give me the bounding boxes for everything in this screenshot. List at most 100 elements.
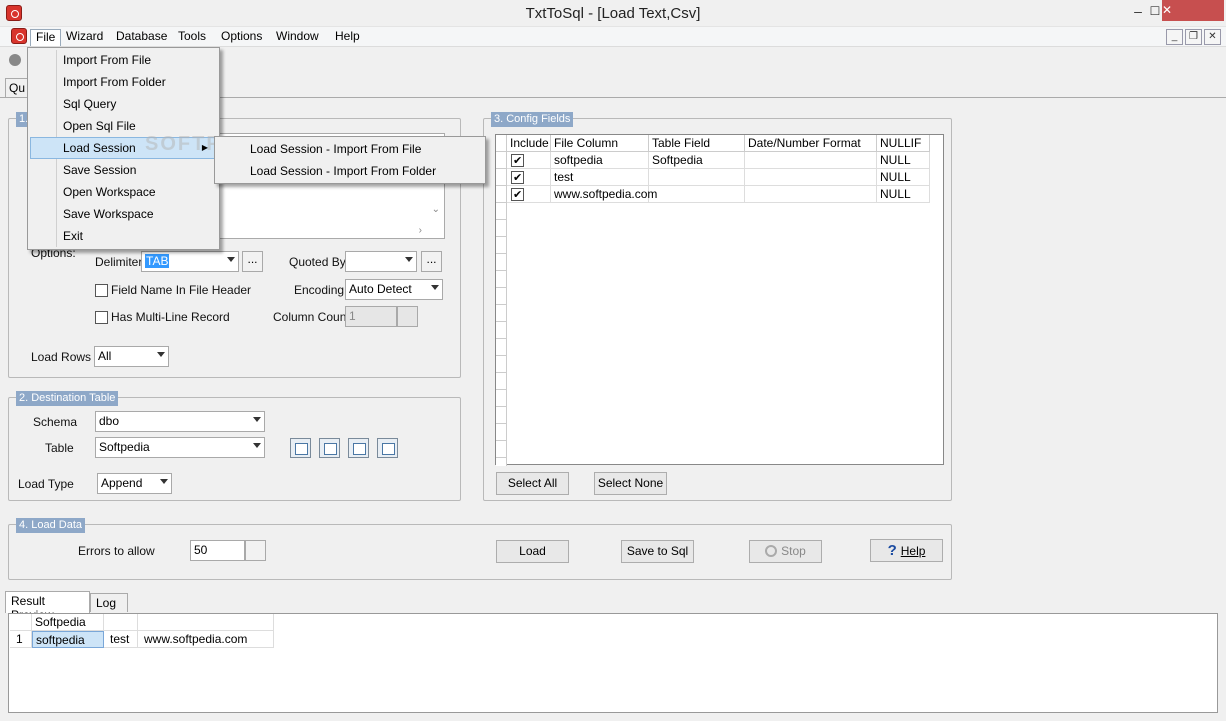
result-header-cell[interactable] [104, 614, 138, 631]
select-all-button[interactable]: Select All [496, 472, 569, 495]
load-type-select[interactable]: Append [97, 473, 172, 494]
menu-item-exit[interactable]: Exit [30, 225, 217, 247]
cell-format[interactable] [745, 169, 877, 186]
errors-label: Errors to allow [78, 544, 155, 558]
cell-format[interactable] [745, 152, 877, 169]
stop-label: Stop [781, 544, 806, 558]
menu-options[interactable]: Options [216, 29, 267, 46]
schema-select[interactable]: dbo [95, 411, 265, 432]
menu-file[interactable]: File [30, 29, 62, 46]
minimize-button[interactable]: – [1128, 1, 1148, 23]
maximize-button[interactable]: ☐ [1148, 1, 1162, 23]
menu-bar: File Wizard Database Tools Options Windo… [0, 27, 1226, 47]
table-row[interactable] [507, 169, 551, 186]
cell-table-field[interactable]: Softpedia [649, 152, 745, 169]
result-cell[interactable]: softpedia [32, 631, 104, 648]
delimiter-select[interactable]: TAB [141, 251, 239, 272]
table-value: Softpedia [99, 440, 150, 454]
mdi-minimize-button[interactable]: _ [1166, 29, 1183, 45]
title-bar: TxtToSql - [Load Text,Csv] – ☐ ✕ [0, 0, 1226, 27]
load-rows-select[interactable]: All [94, 346, 169, 367]
menu-item-open-workspace[interactable]: Open Workspace [30, 181, 217, 203]
cell-table-field[interactable] [649, 186, 745, 203]
quoted-by-more-button[interactable]: ... [421, 251, 442, 272]
menu-database[interactable]: Database [111, 29, 172, 46]
load-rows-label: Load Rows [31, 350, 92, 364]
menu-tools[interactable]: Tools [173, 29, 211, 46]
result-cell[interactable]: test [104, 631, 138, 648]
corner-cell [10, 614, 32, 631]
chevron-down-icon [227, 257, 235, 262]
cell-nullif[interactable]: NULL [877, 186, 930, 203]
menu-item-sql-query[interactable]: Sql Query [30, 93, 217, 115]
quoted-by-select[interactable] [345, 251, 417, 272]
columns-icon[interactable] [377, 438, 398, 458]
menu-wizard[interactable]: Wizard [61, 29, 108, 46]
stop-icon [765, 545, 778, 557]
table-select[interactable]: Softpedia [95, 437, 265, 458]
menu-item-save-session[interactable]: Save Session [30, 159, 217, 181]
include-checkbox[interactable] [511, 153, 524, 169]
help-button[interactable]: ? Help [870, 539, 943, 562]
table-row[interactable] [507, 152, 551, 169]
mdi-restore-button[interactable]: ❐ [1185, 29, 1202, 45]
include-checkbox[interactable] [511, 170, 524, 186]
result-header-cell[interactable]: Softpedia [32, 614, 104, 631]
cell-file-column[interactable]: softpedia [551, 152, 649, 169]
submenu-item-import-file[interactable]: Load Session - Import From File [217, 138, 483, 160]
cell-format[interactable] [745, 186, 877, 203]
schema-label: Schema [33, 415, 78, 429]
save-to-sql-button[interactable]: Save to Sql [621, 540, 694, 563]
delimiter-more-button[interactable]: ... [242, 251, 263, 272]
stop-button[interactable]: Stop [749, 540, 822, 563]
load-type-label: Load Type [18, 477, 74, 491]
result-preview-grid[interactable]: Softpedia 1 softpedia test www.softpedia… [8, 613, 1218, 713]
chevron-down-icon [253, 443, 261, 448]
menu-help[interactable]: Help [330, 29, 365, 46]
refresh-table-icon[interactable] [319, 438, 340, 458]
tab-result-preview[interactable]: Result Preview [5, 591, 90, 622]
menu-item-import-file[interactable]: Import From File [30, 49, 217, 71]
user-icon[interactable] [9, 54, 21, 66]
multiline-checkbox[interactable] [95, 311, 108, 324]
mdi-close-button[interactable]: ✕ [1204, 29, 1221, 45]
load-session-submenu: Load Session - Import From File Load Ses… [214, 136, 486, 184]
select-none-button[interactable]: Select None [594, 472, 667, 495]
errors-input[interactable]: 50 [190, 540, 245, 561]
new-table-icon[interactable] [290, 438, 311, 458]
submenu-item-import-folder[interactable]: Load Session - Import From Folder [217, 160, 483, 182]
col-include[interactable]: Include [507, 135, 551, 152]
spinner-icon[interactable] [397, 306, 418, 327]
menu-item-load-session-label: Load Session [63, 141, 136, 155]
config-grid[interactable]: Include File Column Table Field Date/Num… [495, 134, 944, 466]
result-header-cell[interactable] [138, 614, 274, 631]
col-file-column[interactable]: File Column [551, 135, 649, 152]
edit-table-icon[interactable] [348, 438, 369, 458]
spinner-icon[interactable] [245, 540, 266, 561]
menu-window[interactable]: Window [271, 29, 324, 46]
include-checkbox[interactable] [511, 187, 524, 203]
encoding-select[interactable]: Auto Detect [345, 279, 443, 300]
result-cell[interactable]: www.softpedia.com [138, 631, 274, 648]
cell-nullif[interactable]: NULL [877, 169, 930, 186]
quoted-by-label: Quoted By [289, 255, 346, 269]
column-count-input[interactable]: 1 [345, 306, 397, 327]
load-button[interactable]: Load [496, 540, 569, 563]
cell-file-column[interactable]: www.softpedia.com [551, 186, 657, 203]
col-nullif[interactable]: NULLIF [877, 135, 930, 152]
menu-item-import-folder[interactable]: Import From Folder [30, 71, 217, 93]
close-button[interactable]: ✕ [1162, 0, 1224, 21]
encoding-value: Auto Detect [349, 282, 412, 296]
cell-table-field[interactable] [649, 169, 745, 186]
menu-item-save-workspace[interactable]: Save Workspace [30, 203, 217, 225]
scroll-right-icon[interactable]: › [419, 225, 422, 236]
scroll-down-icon[interactable]: ⌄ [432, 204, 440, 215]
col-date-format[interactable]: Date/Number Format [745, 135, 877, 152]
mdi-doc-icon[interactable] [11, 28, 27, 44]
col-table-field[interactable]: Table Field [649, 135, 745, 152]
field-name-header-checkbox[interactable] [95, 284, 108, 297]
cell-file-column[interactable]: test [551, 169, 649, 186]
cell-nullif[interactable]: NULL [877, 152, 930, 169]
tab-log[interactable]: Log [90, 593, 128, 612]
table-row[interactable] [507, 186, 551, 203]
